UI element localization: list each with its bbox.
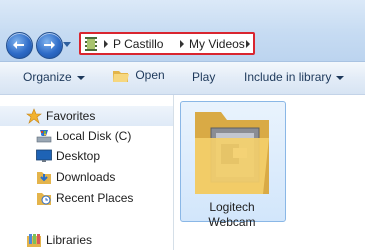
nav-item-recent-places[interactable]: Recent Places (0, 188, 173, 208)
desktop-icon (36, 149, 52, 162)
organize-label: Organize (23, 70, 72, 84)
nav-item-local-disk[interactable]: Local Disk (C) (0, 126, 173, 146)
command-bar: Organize Open Play Include in library (0, 62, 365, 95)
downloads-icon (37, 172, 51, 184)
forward-button[interactable] (36, 32, 63, 59)
folder-icon (195, 112, 269, 194)
nav-item-label: Desktop (56, 149, 101, 163)
folder-name-label: Logitech Webcam (180, 200, 284, 230)
include-in-library-button[interactable]: Include in library (244, 70, 345, 84)
star-icon (26, 108, 42, 124)
back-button[interactable] (6, 32, 33, 59)
hard-drive-icon (36, 130, 52, 143)
recent-places-icon (37, 193, 51, 205)
folder-open-icon (113, 70, 129, 82)
nav-libraries[interactable]: Libraries (0, 230, 173, 250)
arrow-right-icon (44, 41, 55, 49)
breadcrumb-separator-icon[interactable] (179, 40, 185, 48)
recent-pages-dropdown-icon[interactable] (63, 40, 71, 48)
nav-favorites-label: Favorites (46, 109, 96, 123)
chevron-down-icon (336, 75, 345, 80)
breadcrumb-item-p-castillo[interactable]: P Castillo (113, 37, 163, 51)
nav-item-label: Local Disk (C) (56, 129, 132, 143)
nav-item-label: Downloads (56, 170, 116, 184)
breadcrumb-item-my-videos[interactable]: My Videos (189, 37, 245, 51)
play-button[interactable]: Play (192, 70, 215, 84)
libraries-icon (27, 234, 41, 247)
folder-name-line2: Webcam (208, 215, 256, 229)
nav-libraries-label: Libraries (46, 233, 93, 247)
address-bar[interactable]: P Castillo My Videos (79, 32, 255, 55)
nav-item-label: Recent Places (56, 191, 134, 205)
nav-favorites[interactable]: Favorites (0, 106, 173, 126)
include-in-library-label: Include in library (244, 70, 332, 84)
open-button[interactable]: Open (113, 68, 165, 83)
chevron-down-icon (76, 75, 85, 80)
open-label: Open (135, 68, 165, 82)
nav-item-desktop[interactable]: Desktop (0, 146, 173, 166)
folder-name-line1: Logitech (209, 200, 255, 214)
arrow-left-icon (13, 41, 24, 49)
breadcrumb-separator-icon[interactable] (103, 40, 109, 48)
video-folder-icon (85, 37, 97, 51)
organize-button[interactable]: Organize (23, 70, 85, 84)
nav-item-downloads[interactable]: Downloads (0, 167, 173, 187)
breadcrumb-separator-icon[interactable] (245, 40, 251, 48)
